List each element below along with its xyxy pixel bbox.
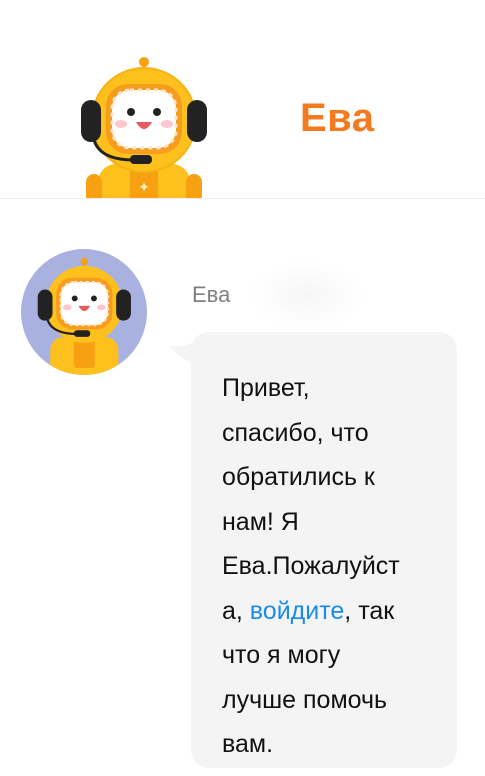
message-text-part-1: Привет, спасибо, что обратились к нам! Я… xyxy=(222,374,400,625)
astronaut-robot-icon: ✦ xyxy=(81,57,207,198)
sender-name: Ева xyxy=(192,282,231,307)
header-title: Ева xyxy=(300,96,375,140)
message-bubble: Привет, спасибо, что обратились к нам! Я… xyxy=(191,332,457,768)
sender-glow-decoration xyxy=(248,260,366,330)
svg-text:✦: ✦ xyxy=(138,180,150,196)
chat-header: ✦ Ева xyxy=(0,0,485,199)
message-text: Привет, спасибо, что обратились к нам! Я… xyxy=(222,366,427,767)
astronaut-robot-icon xyxy=(37,257,131,375)
login-link[interactable]: войдите xyxy=(250,597,345,625)
message-avatar[interactable] xyxy=(21,249,147,375)
header-avatar: ✦ xyxy=(76,56,212,198)
chat-page: ✦ Ева Ева Привет, спасибо, что обратилис… xyxy=(0,0,485,776)
